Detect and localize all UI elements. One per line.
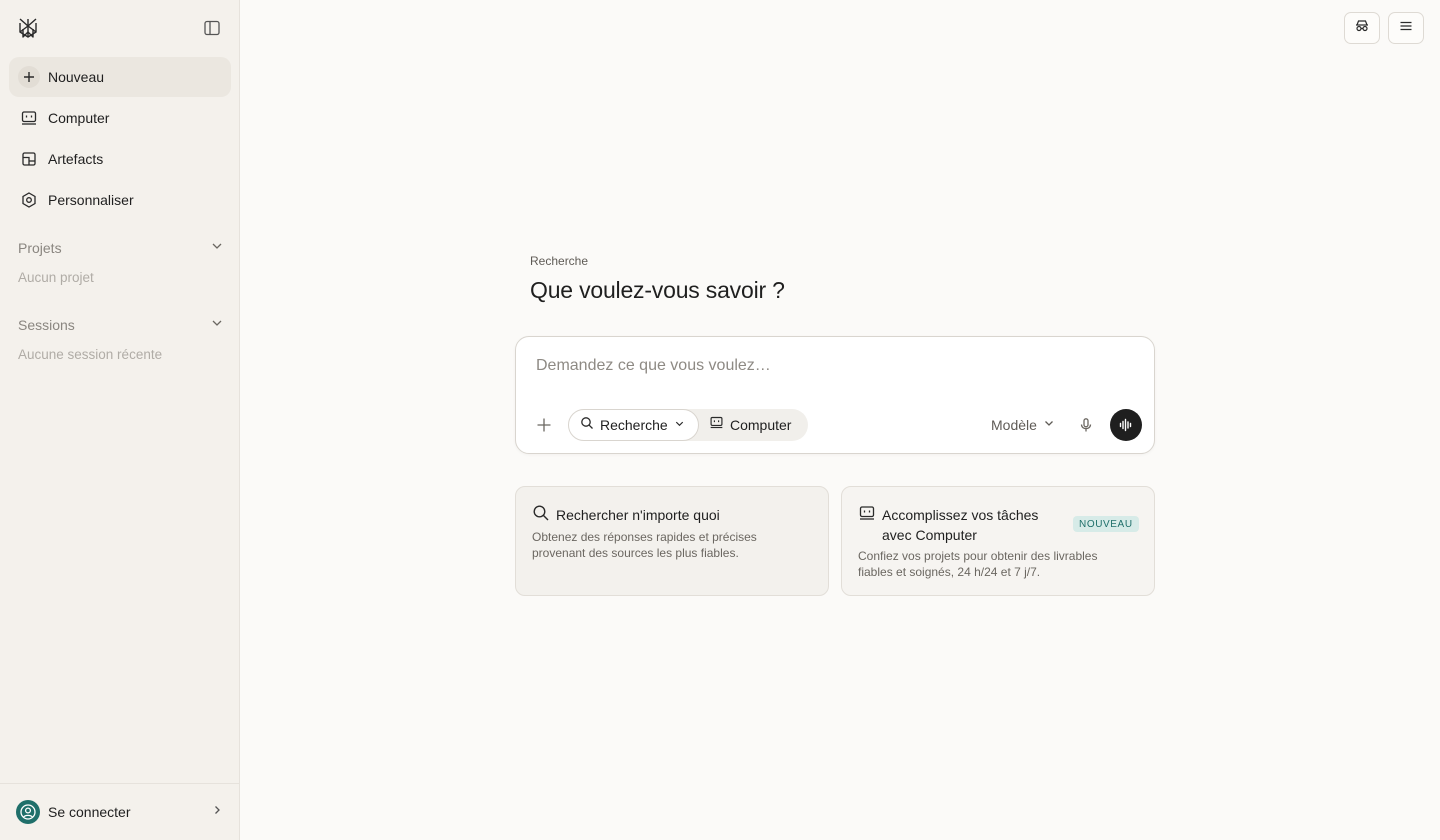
- dictation-button[interactable]: [1076, 415, 1096, 435]
- sign-in-button[interactable]: Se connecter: [0, 783, 239, 840]
- mode-eyebrow: Recherche: [530, 254, 589, 268]
- sidebar-item-label: Nouveau: [48, 69, 105, 85]
- sessions-empty-text: Aucune session récente: [18, 347, 163, 362]
- logo-icon[interactable]: [17, 17, 39, 39]
- attach-button[interactable]: [534, 415, 554, 435]
- computer-icon: [19, 108, 39, 128]
- plus-icon: [537, 418, 551, 432]
- plus-icon: [18, 66, 40, 88]
- chevron-right-icon: [211, 803, 223, 821]
- mode-search-button[interactable]: Recherche: [568, 409, 699, 441]
- hexagon-icon: [19, 190, 39, 210]
- search-icon: [580, 416, 594, 435]
- projects-empty-text: Aucun projet: [18, 270, 94, 285]
- hamburger-icon: [1398, 18, 1414, 39]
- voice-mode-button[interactable]: [1110, 409, 1142, 441]
- projects-title: Projets: [18, 240, 62, 256]
- card-description: Obtenez des réponses rapides et précises…: [532, 530, 757, 560]
- chevron-down-icon: [210, 239, 224, 258]
- sessions-section-header[interactable]: Sessions: [18, 315, 224, 335]
- search-icon: [532, 504, 550, 522]
- card-title: Rechercher n'importe quoi: [556, 507, 720, 523]
- sidebar-toggle-icon[interactable]: [202, 18, 222, 38]
- sidebar-item-artifacts[interactable]: Artefacts: [9, 139, 231, 179]
- computer-suggestion-card[interactable]: Accomplissez vos tâches avec Computer NO…: [841, 486, 1155, 596]
- sidebar: Nouveau Computer Artefacts Personnaliser: [0, 0, 240, 840]
- chevron-down-icon: [674, 416, 685, 434]
- query-input[interactable]: [536, 353, 1136, 379]
- artifacts-icon: [19, 149, 39, 169]
- mode-computer-button[interactable]: Computer: [709, 409, 807, 441]
- mode-search-label: Recherche: [600, 417, 668, 433]
- sidebar-item-new[interactable]: Nouveau: [9, 57, 231, 97]
- page-title: Que voulez-vous savoir ?: [530, 277, 785, 303]
- incognito-button[interactable]: [1344, 12, 1380, 44]
- sidebar-item-personalize[interactable]: Personnaliser: [9, 180, 231, 220]
- computer-icon: [858, 504, 876, 522]
- menu-button[interactable]: [1388, 12, 1424, 44]
- sessions-title: Sessions: [18, 317, 75, 333]
- chevron-down-icon: [210, 316, 224, 335]
- sidebar-item-label: Personnaliser: [48, 192, 134, 208]
- card-title: Accomplissez vos tâches avec Computer: [882, 507, 1039, 543]
- microphone-icon: [1080, 418, 1092, 432]
- sidebar-item-computer[interactable]: Computer: [9, 98, 231, 138]
- sidebar-item-label: Artefacts: [48, 151, 104, 167]
- mode-computer-label: Computer: [730, 417, 792, 433]
- model-label: Modèle: [991, 417, 1037, 433]
- search-suggestion-card[interactable]: Rechercher n'importe quoi Obtenez des ré…: [515, 486, 829, 596]
- composer: Recherche Computer Modèle: [515, 336, 1155, 454]
- computer-icon: [709, 415, 724, 435]
- card-description: Confiez vos projets pour obtenir des liv…: [858, 549, 1098, 579]
- sign-in-label: Se connecter: [48, 804, 131, 820]
- incognito-icon: [1354, 18, 1370, 39]
- avatar: [16, 800, 40, 824]
- chevron-down-icon: [1043, 416, 1055, 434]
- new-badge: NOUVEAU: [1073, 516, 1139, 532]
- projects-section-header[interactable]: Projets: [18, 238, 224, 258]
- audio-waveform-icon: [1119, 418, 1132, 432]
- sidebar-item-label: Computer: [48, 110, 110, 126]
- mode-selector: Recherche Computer: [568, 409, 808, 441]
- model-selector[interactable]: Modèle: [991, 415, 1055, 435]
